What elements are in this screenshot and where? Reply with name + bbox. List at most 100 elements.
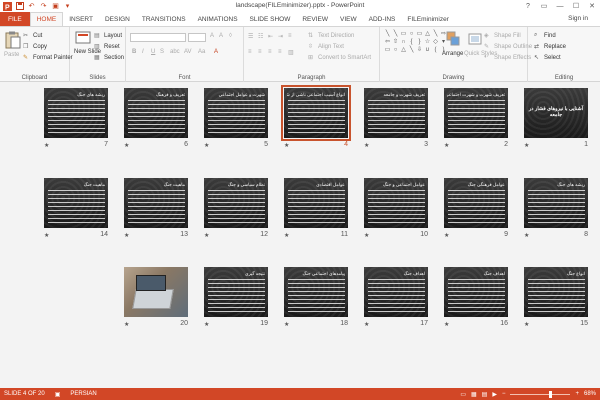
slide-thumbnail-item[interactable]: ماهیت جنگ ★ 13 xyxy=(124,178,188,239)
replace-button[interactable]: ⇄ Replace xyxy=(534,43,566,51)
change-case-icon[interactable]: Aa xyxy=(198,49,205,55)
align-center-icon[interactable]: ≡ xyxy=(258,49,262,55)
slide-thumbnail[interactable]: عوامل اجتماعی و جنگ xyxy=(364,178,428,228)
transition-star-icon[interactable]: ★ xyxy=(124,142,129,149)
slide-thumbnail[interactable]: نتیجه گیری xyxy=(204,267,268,317)
tab-design[interactable]: DESIGN xyxy=(99,12,136,26)
shape-brace-icon[interactable]: } xyxy=(416,39,423,46)
paste-button[interactable]: Paste xyxy=(4,52,19,58)
tab-fileminimizer[interactable]: FILEminimizer xyxy=(401,12,455,26)
numbering-icon[interactable]: ☷ xyxy=(258,33,263,40)
shape-brace-icon[interactable]: { xyxy=(408,39,415,46)
slide-thumbnail-item[interactable]: عوامل اجتماعی و جنگ ★ 10 xyxy=(364,178,428,239)
slide-thumbnail[interactable]: ریشه های جنگ xyxy=(44,88,108,138)
slide-thumbnail-item[interactable]: انواع جنگ ★ 15 xyxy=(524,267,588,328)
shape-triangle-icon[interactable]: △ xyxy=(424,31,431,38)
slide-thumbnail-item[interactable]: ماهیت جنگ ★ 14 xyxy=(44,178,108,239)
sign-in-link[interactable]: Sign in xyxy=(568,15,588,22)
shape-outline-button[interactable]: ✎ Shape Outline xyxy=(484,43,532,51)
slide-thumbnail[interactable]: عوامل فرهنگی جنگ xyxy=(444,178,508,228)
align-right-icon[interactable]: ≡ xyxy=(268,49,272,55)
find-button[interactable]: ⌕ Find xyxy=(534,32,556,40)
format-painter-button[interactable]: ✎ Format Painter xyxy=(23,54,73,62)
shape-rectangle-icon[interactable]: ▭ xyxy=(416,31,423,38)
slide-thumbnail-item[interactable]: انواع آسیب اجتماعی ناشی از شهرت ★ 4 xyxy=(281,85,351,149)
shape-line-icon[interactable]: ╲ xyxy=(408,47,415,54)
paste-icon[interactable] xyxy=(5,31,21,49)
transition-star-icon[interactable]: ★ xyxy=(44,142,49,149)
cut-button[interactable]: ✂ Cut xyxy=(23,32,42,40)
shape-line-icon[interactable]: ╲ xyxy=(432,31,439,38)
tab-home[interactable]: HOME xyxy=(29,12,64,26)
slide-thumbnail-item[interactable]: نظام سیاسی و جنگ ★ 12 xyxy=(204,178,268,239)
slide-thumbnail[interactable]: انواع آسیب اجتماعی ناشی از شهرت xyxy=(281,85,351,141)
shape-oval-icon[interactable]: ○ xyxy=(392,47,399,54)
layout-button[interactable]: ▤ Layout xyxy=(94,32,122,40)
transition-star-icon[interactable]: ★ xyxy=(364,232,369,239)
transition-star-icon[interactable]: ★ xyxy=(284,232,289,239)
zoom-in-icon[interactable]: + xyxy=(575,391,579,397)
redo-icon[interactable]: ↷ xyxy=(39,2,48,11)
normal-view-icon[interactable]: ▭ xyxy=(460,391,466,398)
tab-transitions[interactable]: TRANSITIONS xyxy=(136,12,192,26)
slide-thumbnail-item[interactable]: اهداف جنگ ★ 17 xyxy=(364,267,428,328)
slide-thumbnail-item[interactable]: شهرت و عوامل اجتماعی ★ 5 xyxy=(204,88,268,149)
slide-thumbnail-item[interactable]: عوامل فرهنگی جنگ ★ 9 xyxy=(444,178,508,239)
transition-star-icon[interactable]: ★ xyxy=(204,232,209,239)
shape-curve-icon[interactable]: ∪ xyxy=(424,47,431,54)
slide-thumbnail[interactable]: تعریف شهرت و شهرت اجتماعی xyxy=(444,88,508,138)
underline-icon[interactable]: U xyxy=(151,49,155,55)
shape-arrow-icon[interactable]: ⇩ xyxy=(416,47,423,54)
transition-star-icon[interactable]: ★ xyxy=(524,142,529,149)
strikethrough-icon[interactable]: abc xyxy=(170,49,180,55)
slide-thumbnail[interactable]: اهداف جنگ xyxy=(364,267,428,317)
font-color-icon[interactable]: A xyxy=(214,49,218,55)
help-icon[interactable]: ? xyxy=(520,0,536,12)
shape-triangle-icon[interactable]: △ xyxy=(400,47,407,54)
undo-icon[interactable]: ↶ xyxy=(27,2,36,11)
increase-indent-icon[interactable]: ⇥ xyxy=(278,33,283,40)
text-direction-button[interactable]: ⇅ Text Direction xyxy=(308,32,354,40)
slide-thumbnail[interactable]: آشنایی با نیروهای فشار در جامعه xyxy=(524,88,588,138)
shape-arrow-icon[interactable]: ⇦ xyxy=(384,39,391,46)
slide-thumbnail-item[interactable]: آشنایی با نیروهای فشار در جامعه ★ 1 xyxy=(524,88,588,149)
tab-insert[interactable]: INSERT xyxy=(63,12,99,26)
zoom-level[interactable]: 68% xyxy=(584,391,596,397)
transition-star-icon[interactable]: ★ xyxy=(284,142,289,149)
shadow-icon[interactable]: S xyxy=(160,49,164,55)
transition-star-icon[interactable]: ★ xyxy=(284,321,289,328)
grow-font-icon[interactable]: A xyxy=(210,33,214,39)
shape-effects-button[interactable]: ◐ Shape Effects xyxy=(484,54,531,62)
reading-view-icon[interactable]: ▤ xyxy=(482,391,488,398)
shrink-font-icon[interactable]: A xyxy=(219,33,223,39)
start-from-beginning-icon[interactable]: ▣ xyxy=(51,2,60,11)
transition-star-icon[interactable]: ★ xyxy=(364,321,369,328)
slide-thumbnail-item[interactable]: تعریف و فرهنگ ★ 6 xyxy=(124,88,188,149)
slide-thumbnail[interactable]: پیامدهای اجتماعی جنگ xyxy=(284,267,348,317)
slide-thumbnail-item[interactable]: ★ 20 xyxy=(124,267,188,328)
font-size-input[interactable] xyxy=(188,33,206,42)
transition-star-icon[interactable]: ★ xyxy=(124,321,129,328)
shape-rectangle-icon[interactable]: ▭ xyxy=(400,31,407,38)
new-slide-icon[interactable] xyxy=(75,30,91,48)
slide-thumbnail-item[interactable]: اهداف جنگ ★ 16 xyxy=(444,267,508,328)
save-icon[interactable] xyxy=(15,2,24,11)
transition-star-icon[interactable]: ★ xyxy=(364,142,369,149)
clear-formatting-icon[interactable]: ◊ xyxy=(229,33,232,39)
slide-thumbnail[interactable]: ریشه های جنگ xyxy=(524,178,588,228)
slide-thumbnail-item[interactable]: تعریف شهرت و جامعه ★ 3 xyxy=(364,88,428,149)
transition-star-icon[interactable]: ★ xyxy=(444,142,449,149)
slide-thumbnail-item[interactable]: پیامدهای اجتماعی جنگ ★ 18 xyxy=(284,267,348,328)
tab-view[interactable]: VIEW xyxy=(334,12,363,26)
align-left-icon[interactable]: ≡ xyxy=(248,49,252,55)
arrange-button[interactable]: Arrange xyxy=(442,51,463,57)
reset-button[interactable]: ▥ Reset xyxy=(94,43,120,51)
slide-thumbnail[interactable]: عوامل اقتصادی xyxy=(284,178,348,228)
decrease-indent-icon[interactable]: ⇤ xyxy=(268,33,273,40)
shape-fill-button[interactable]: ◈ Shape Fill xyxy=(484,32,521,40)
line-spacing-icon[interactable]: ≡ xyxy=(288,33,292,39)
transition-star-icon[interactable]: ★ xyxy=(204,321,209,328)
convert-smartart-button[interactable]: ⊞ Convert to SmartArt xyxy=(308,54,371,62)
transition-star-icon[interactable]: ★ xyxy=(124,232,129,239)
copy-button[interactable]: ❐ Copy xyxy=(23,43,47,51)
